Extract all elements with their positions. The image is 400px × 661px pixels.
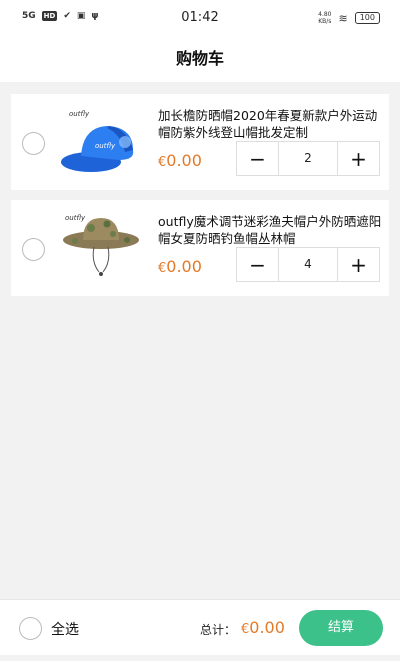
product-image-brand: outfly — [69, 110, 90, 118]
cart-item: outfly outfly 加长檐防晒帽2020年春夏新款户外运动帽防紫外线登山… — [11, 94, 389, 190]
select-all-label[interactable]: 全选 — [51, 619, 79, 639]
item-price: €0.00 — [158, 151, 202, 170]
decrease-button[interactable]: − — [237, 248, 279, 281]
wifi-icon: ≋ — [338, 11, 348, 25]
quantity-value[interactable]: 2 — [279, 142, 337, 175]
product-image-camo-hat[interactable]: outfly — [61, 210, 141, 286]
decrease-button[interactable]: − — [237, 142, 279, 175]
total-value: 0.00 — [249, 618, 285, 637]
item-title[interactable]: outfly魔术调节迷彩渔夫帽户外防晒遮阳帽女夏防晒钓鱼帽丛林帽 — [158, 213, 383, 247]
item-price: €0.00 — [158, 257, 202, 276]
battery-icon: 100 — [354, 12, 380, 24]
svg-text:outfly: outfly — [95, 142, 116, 150]
total-price: €0.00 — [241, 618, 285, 637]
checkout-button[interactable]: 结算 — [299, 610, 383, 646]
status-right: 4.80 KB/s ≋ 100 — [318, 11, 380, 25]
nav-bar: 购物车 — [0, 36, 400, 82]
net-speed: 4.80 KB/s — [318, 11, 331, 25]
net-speed-unit: KB/s — [318, 18, 332, 25]
item-checkbox[interactable] — [22, 238, 45, 261]
price-value: 0.00 — [166, 151, 202, 170]
select-all-checkbox[interactable] — [19, 617, 42, 640]
cart-item: outfly outfly魔术调节迷彩渔夫帽户外防晒遮阳帽女夏防晒钓鱼帽丛林帽 … — [11, 200, 389, 296]
product-image-blue-cap[interactable]: outfly outfly — [61, 104, 141, 180]
quantity-value[interactable]: 4 — [279, 248, 337, 281]
product-image-brand: outfly — [65, 214, 86, 222]
net-speed-value: 4.80 — [318, 11, 332, 18]
total-label: 总计： — [200, 623, 237, 637]
status-bar: 5G HD ✔ ▣ ψ 01:42 4.80 KB/s ≋ 100 — [0, 0, 400, 36]
increase-button[interactable]: + — [337, 248, 379, 281]
price-value: 0.00 — [166, 257, 202, 276]
quantity-stepper: − 4 + — [236, 247, 380, 282]
quantity-stepper: − 2 + — [236, 141, 380, 176]
checkout-bar: 全选 总计： €0.00 结算 — [0, 599, 400, 655]
increase-button[interactable]: + — [337, 142, 379, 175]
item-checkbox[interactable] — [22, 132, 45, 155]
page-title: 购物车 — [175, 49, 224, 68]
item-title[interactable]: 加长檐防晒帽2020年春夏新款户外运动帽防紫外线登山帽批发定制 — [158, 107, 383, 141]
